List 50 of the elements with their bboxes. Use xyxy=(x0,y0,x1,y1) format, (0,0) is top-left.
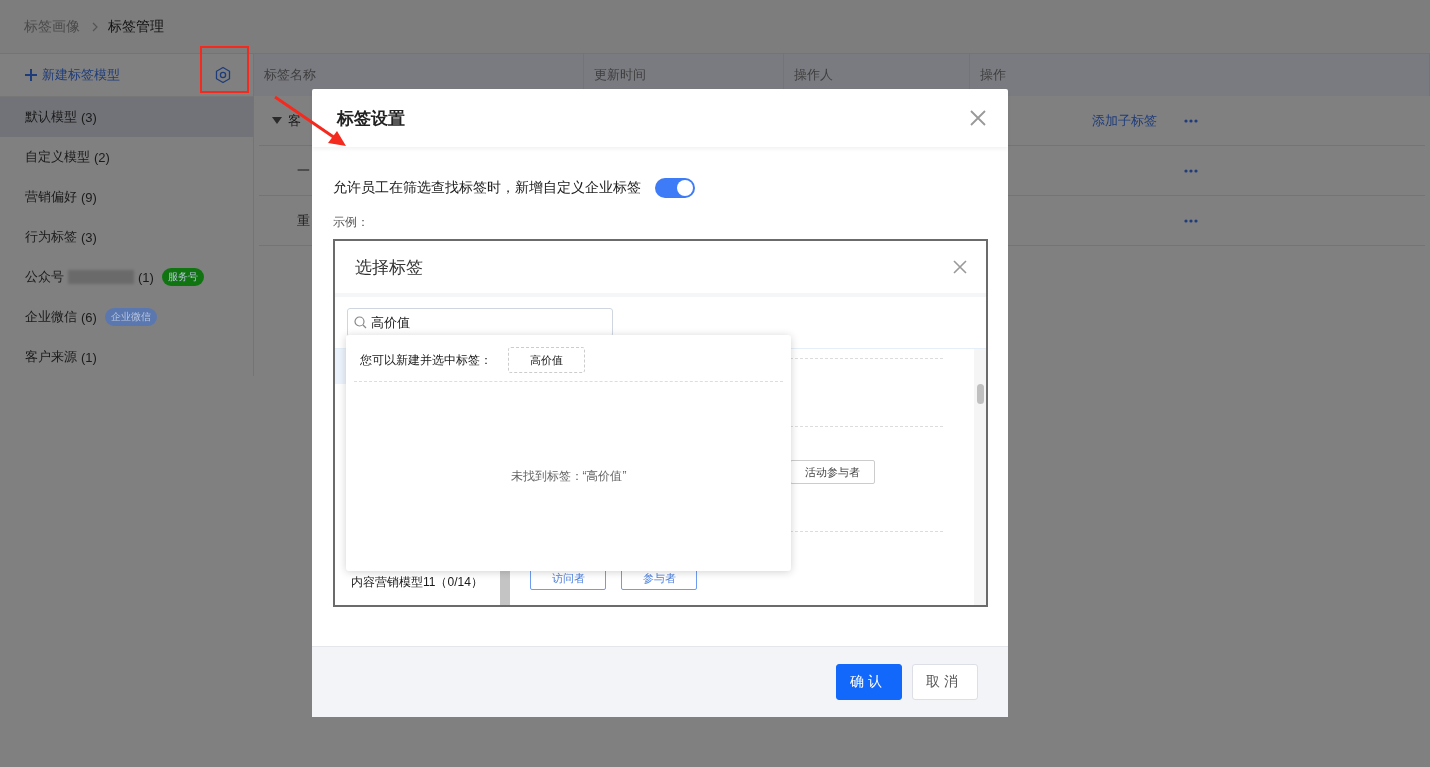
toggle-switch[interactable] xyxy=(655,178,695,198)
empty-message: 未找到标签：“高价值” xyxy=(509,468,628,485)
more-icon[interactable] xyxy=(1184,118,1198,123)
item-label: 企业微信 xyxy=(25,308,77,326)
item-label: 客户来源 xyxy=(25,348,77,366)
item-label: 公众号 xyxy=(25,268,64,286)
example-title: 选择标签 xyxy=(355,255,423,279)
item-count: (3) xyxy=(81,229,97,245)
chevron-right-icon xyxy=(92,21,98,32)
sidebar-item[interactable]: 营销偏好 (9) xyxy=(0,177,253,217)
setting-label: 允许员工在筛选查找标签时，新增自定义企业标签 xyxy=(333,179,641,197)
plus-icon xyxy=(25,69,37,81)
confirm-button[interactable]: 确认 xyxy=(836,664,902,700)
example-label: 示例： xyxy=(333,214,370,230)
sidebar-item[interactable]: 企业微信 (6) 企业微信 xyxy=(0,297,253,337)
more-icon[interactable] xyxy=(1184,168,1198,173)
group-item: 内容营销模型11（0/14） xyxy=(350,574,484,591)
item-count: (9) xyxy=(81,189,97,205)
sidebar-item[interactable]: 行为标签 (3) xyxy=(0,217,253,257)
item-label: 营销偏好 xyxy=(25,188,77,206)
item-label: 自定义模型 xyxy=(25,148,90,166)
sidebar-item[interactable]: 自定义模型 (2) xyxy=(0,137,253,177)
tag-badge: 企业微信 xyxy=(104,308,157,326)
caret-icon[interactable] xyxy=(272,117,282,124)
breadcrumb-item: 标签管理 xyxy=(108,17,164,36)
table-cell: 重 xyxy=(297,211,310,230)
table-cell: 客 xyxy=(288,111,301,130)
item-count: (1) xyxy=(138,269,154,285)
item-count: (3) xyxy=(81,109,97,125)
close-icon[interactable] xyxy=(970,110,986,126)
sidebar-item[interactable]: 默认模型 (3) xyxy=(0,97,253,137)
annotation-box xyxy=(200,46,249,93)
sidebar-item[interactable]: 公众号 (1) 服务号 xyxy=(0,257,253,297)
item-count: (1) xyxy=(81,349,97,365)
search-icon xyxy=(354,316,367,329)
item-label: 默认模型 xyxy=(25,108,77,126)
settings-icon[interactable] xyxy=(214,66,232,84)
create-hint: 您可以新建并选中标签： xyxy=(360,351,492,369)
tag-badge: 服务号 xyxy=(161,268,204,286)
item-label: 行为标签 xyxy=(25,228,77,246)
item-count: (2) xyxy=(94,149,110,165)
close-icon xyxy=(953,260,967,274)
new-model-button[interactable]: 新建标签模型 xyxy=(25,66,120,84)
dialog-title: 标签设置 xyxy=(337,107,405,130)
cancel-button[interactable]: 取消 xyxy=(912,664,978,700)
item-count: (6) xyxy=(81,309,97,325)
add-child-link[interactable]: 添加子标签 xyxy=(1092,111,1157,130)
more-icon[interactable] xyxy=(1184,218,1198,223)
sidebar-item[interactable]: 客户来源 (1) xyxy=(0,337,253,377)
new-tag-chip: 高价值 xyxy=(508,347,585,373)
